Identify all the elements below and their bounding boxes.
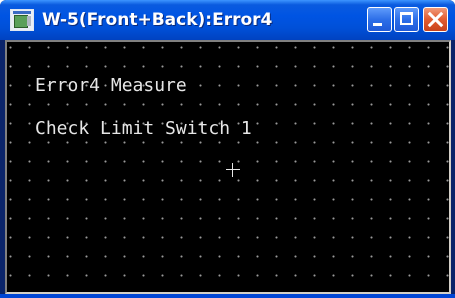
maximize-button[interactable] — [394, 7, 419, 32]
window-bottom-border — [0, 294, 455, 298]
app-icon-strip — [13, 11, 31, 14]
app-icon-side — [27, 16, 31, 26]
app-window: W-5(Front+Back):Error4 Error4 Measure Ch… — [0, 0, 455, 298]
maximize-icon — [400, 12, 413, 25]
minimize-icon — [373, 23, 382, 26]
display-app-icon[interactable] — [10, 9, 34, 31]
close-icon — [427, 11, 444, 28]
window-title: W-5(Front+Back):Error4 — [42, 10, 273, 30]
close-button[interactable] — [423, 7, 448, 32]
display-screen[interactable]: Error4 Measure Check Limit Switch 1 — [5, 40, 451, 294]
minimize-button[interactable] — [367, 7, 392, 32]
crosshair-icon — [226, 163, 240, 177]
title-bar[interactable]: W-5(Front+Back):Error4 — [0, 0, 455, 40]
app-icon-screen — [14, 15, 28, 28]
error-message-text: Check Limit Switch 1 — [35, 118, 252, 139]
error-title-text: Error4 Measure — [35, 75, 187, 96]
